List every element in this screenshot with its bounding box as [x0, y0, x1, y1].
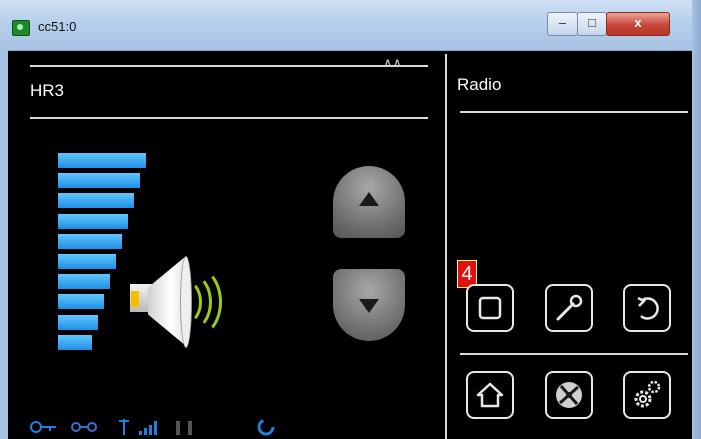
home-button[interactable]	[466, 371, 514, 419]
wrench-icon	[556, 294, 583, 321]
minimize-button[interactable]: –	[547, 12, 578, 36]
station-title: HR3	[30, 81, 65, 100]
phone-icon	[176, 421, 192, 435]
antenna-icon	[119, 419, 129, 435]
app-icon	[12, 20, 30, 36]
stop-icon	[478, 296, 502, 320]
settings-button[interactable]	[623, 371, 671, 419]
volume-bar	[58, 334, 92, 350]
window-title: cc51:0	[38, 19, 77, 34]
app-content: ∧∧ HR3 Radio 4	[8, 51, 692, 439]
settings-icon	[634, 380, 661, 408]
collapse-chevron-icon[interactable]: ∧∧	[383, 55, 402, 71]
signal-icon	[139, 421, 157, 435]
link-icon	[71, 422, 97, 432]
status-bar	[30, 418, 275, 436]
maximize-button[interactable]: □	[577, 12, 607, 36]
volume-bar	[58, 294, 104, 310]
volume-bar	[58, 153, 146, 168]
volume-bar	[58, 233, 122, 249]
back-icon	[637, 296, 659, 320]
volume-bar	[58, 314, 98, 330]
app-window: cc51:0 – □ x ∧∧ HR3 Radio 4	[0, 0, 701, 439]
refresh-icon	[257, 418, 275, 436]
volume-bar	[58, 193, 134, 209]
volume-bar	[58, 173, 140, 189]
title-bar[interactable]: cc51:0 – □ x	[0, 0, 701, 51]
window-frame-left	[0, 50, 8, 439]
source-title: Radio	[457, 75, 502, 94]
home-icon	[476, 382, 504, 408]
window-frame-right	[692, 0, 701, 439]
panel-divider	[445, 54, 447, 439]
volume-bar	[58, 274, 110, 290]
back-button[interactable]	[623, 284, 671, 332]
close-button[interactable]: x	[606, 12, 670, 36]
divider	[460, 353, 688, 355]
fan-button[interactable]	[545, 371, 593, 419]
divider	[30, 65, 428, 67]
stop-button[interactable]	[466, 284, 514, 332]
fan-icon	[556, 382, 582, 408]
volume-bar	[58, 254, 116, 269]
volume-bar	[58, 213, 128, 229]
volume-up-button[interactable]	[333, 166, 405, 238]
arrow-down-icon	[359, 299, 379, 313]
arrow-up-icon	[359, 192, 379, 206]
key-icon	[30, 421, 56, 433]
tools-button[interactable]	[545, 284, 593, 332]
divider	[30, 117, 428, 119]
volume-down-button[interactable]	[333, 269, 405, 341]
divider	[460, 111, 688, 113]
